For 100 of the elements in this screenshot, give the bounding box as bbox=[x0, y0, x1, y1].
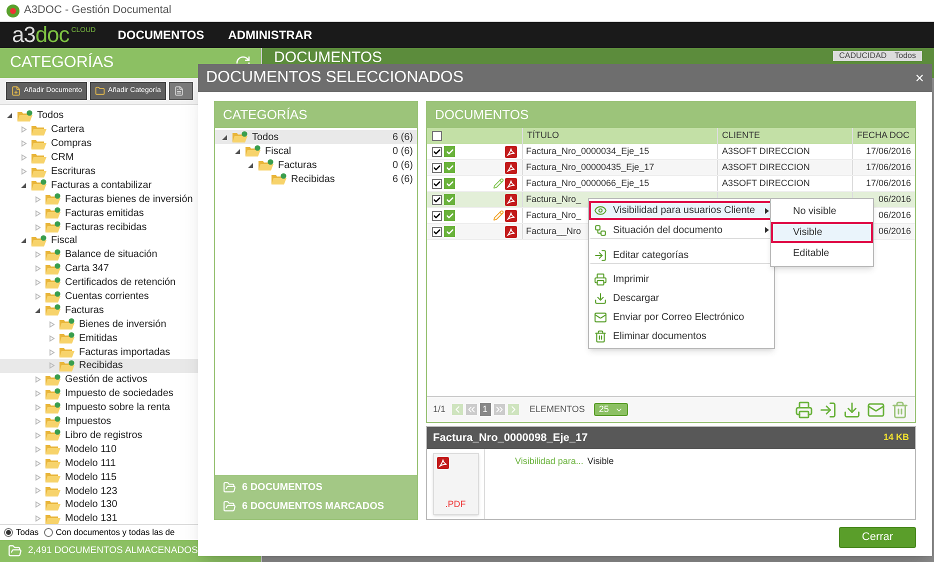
menu-item[interactable]: Eliminar documentos bbox=[589, 327, 774, 346]
tree-item[interactable]: Impuestos bbox=[0, 414, 261, 428]
tree-item[interactable]: Facturas emitidas bbox=[0, 206, 261, 220]
collapsed-arrow-icon[interactable] bbox=[20, 140, 27, 148]
tree-item[interactable]: Facturas importadas bbox=[0, 345, 261, 360]
tree-item[interactable]: Impuesto sobre la renta bbox=[0, 400, 261, 415]
row-checkbox[interactable] bbox=[432, 226, 442, 236]
collapsed-arrow-icon[interactable] bbox=[34, 460, 41, 467]
tree-item[interactable]: Modelo 111 bbox=[0, 456, 261, 470]
collapsed-arrow-icon[interactable] bbox=[34, 432, 41, 439]
previous-page-icon[interactable] bbox=[452, 404, 463, 415]
nav-menu-item[interactable]: ADMINISTRAR bbox=[228, 26, 312, 44]
table-row[interactable]: Factura_Nro_0000066_Eje_15 A3SOFT DIRECCION 17/06/2016 bbox=[427, 176, 915, 192]
expanded-arrow-icon[interactable] bbox=[20, 182, 27, 189]
collapsed-arrow-icon[interactable] bbox=[34, 418, 41, 426]
expanded-arrow-icon[interactable] bbox=[20, 237, 27, 244]
collapsed-arrow-icon[interactable] bbox=[34, 293, 41, 300]
table-row[interactable]: Factura_Nro_0000034_Eje_15 A3SOFT DIRECCION 17/06/2016 bbox=[427, 144, 915, 160]
menu-item[interactable]: Imprimir bbox=[589, 270, 774, 289]
collapsed-arrow-icon[interactable] bbox=[34, 446, 41, 453]
tree-item[interactable]: Gestión de activos bbox=[0, 372, 261, 387]
collapsed-arrow-icon[interactable] bbox=[48, 320, 55, 328]
tree-item[interactable]: Modelo 110 bbox=[0, 442, 261, 456]
collapsed-arrow-icon[interactable] bbox=[34, 515, 41, 522]
document-total: 2,491 DOCUMENTOS ALMACENADOS bbox=[28, 544, 198, 558]
tree-label: Impuesto sobre la renta bbox=[65, 401, 170, 416]
filter-radio[interactable]: Todas bbox=[4, 526, 39, 539]
row-checkbox[interactable] bbox=[432, 146, 442, 156]
tree-count: 0 (6) bbox=[392, 144, 413, 158]
last-page-icon[interactable] bbox=[494, 404, 505, 415]
expiry-filter[interactable]: CADUCIDAD Todos bbox=[833, 51, 922, 61]
tree-item[interactable]: Emitidas bbox=[0, 331, 261, 346]
submenu-arrow-icon bbox=[765, 227, 769, 233]
next-page-icon[interactable] bbox=[508, 404, 519, 415]
expanded-arrow-icon[interactable] bbox=[221, 134, 228, 140]
expanded-arrow-icon[interactable] bbox=[234, 148, 241, 154]
workflow-icon bbox=[594, 224, 607, 236]
trash-icon bbox=[594, 330, 607, 343]
menu-item[interactable]: Descargar bbox=[589, 289, 774, 308]
close-button[interactable]: × bbox=[915, 70, 924, 86]
collapsed-arrow-icon[interactable] bbox=[34, 196, 41, 203]
tree-item[interactable]: Fiscal bbox=[0, 234, 261, 248]
nav-menu-item[interactable]: DOCUMENTOS bbox=[118, 26, 204, 44]
tree-item[interactable]: Bienes de inversión bbox=[0, 317, 261, 332]
collapsed-arrow-icon[interactable] bbox=[34, 376, 41, 384]
collapsed-arrow-icon[interactable] bbox=[34, 279, 41, 286]
expanded-arrow-icon[interactable] bbox=[34, 306, 41, 314]
menu-item[interactable]: Enviar por Correo Electrónico bbox=[589, 308, 774, 327]
tree-item[interactable]: Cuentas corrientes bbox=[0, 290, 261, 304]
collapsed-arrow-icon[interactable] bbox=[34, 404, 41, 412]
toolbar-button[interactable] bbox=[168, 82, 193, 100]
pdf-icon bbox=[505, 146, 517, 158]
collapsed-arrow-icon[interactable] bbox=[48, 348, 55, 356]
row-checkbox[interactable] bbox=[432, 194, 442, 204]
collapsed-arrow-icon[interactable] bbox=[48, 362, 55, 370]
download-icon[interactable] bbox=[843, 400, 861, 418]
select-all-checkbox[interactable] bbox=[432, 131, 442, 141]
tree-item[interactable]: Facturas recibidas bbox=[0, 220, 261, 234]
print-icon[interactable] bbox=[795, 400, 813, 418]
collapsed-arrow-icon[interactable] bbox=[20, 168, 27, 175]
collapsed-arrow-icon[interactable] bbox=[34, 251, 41, 258]
tree-item[interactable]: Modelo 131 bbox=[0, 512, 261, 524]
tree-label: Fiscal bbox=[265, 144, 292, 158]
collapsed-arrow-icon[interactable] bbox=[34, 501, 41, 508]
collapsed-arrow-icon[interactable] bbox=[20, 154, 27, 162]
tree-label: Facturas bbox=[278, 158, 317, 172]
mail-icon[interactable] bbox=[867, 400, 885, 418]
row-checkbox[interactable] bbox=[432, 210, 442, 220]
collapsed-arrow-icon[interactable] bbox=[20, 126, 27, 134]
tree-label: Facturas emitidas bbox=[65, 206, 144, 221]
tree-item[interactable]: Carta 347 bbox=[0, 262, 261, 276]
submenu-item[interactable]: Editable bbox=[771, 243, 873, 264]
expanded-arrow-icon[interactable] bbox=[6, 112, 13, 120]
collapsed-arrow-icon[interactable] bbox=[34, 474, 41, 481]
page-number[interactable]: 1 bbox=[480, 402, 491, 416]
first-page-icon[interactable] bbox=[466, 404, 477, 415]
trash-icon[interactable] bbox=[891, 400, 909, 418]
collapsed-arrow-icon[interactable] bbox=[34, 390, 41, 398]
tree-item[interactable]: Balance de situación bbox=[0, 248, 261, 262]
collapsed-arrow-icon[interactable] bbox=[48, 334, 55, 342]
collapsed-arrow-icon[interactable] bbox=[34, 487, 41, 494]
row-checkbox[interactable] bbox=[432, 178, 442, 188]
submenu-item[interactable]: Visible bbox=[771, 222, 873, 243]
tree-label: Recibidas bbox=[291, 172, 335, 186]
collapsed-arrow-icon[interactable] bbox=[34, 265, 41, 272]
table-row[interactable]: Factura_Nro_00000435_Eje_17 A3SOFT DIRECCION 17/06/2016 bbox=[427, 160, 915, 176]
panel-title: DOCUMENTOS bbox=[435, 106, 529, 124]
tree-item[interactable]: Facturas bienes de inversión bbox=[0, 192, 261, 206]
tree-label: Gestión de activos bbox=[65, 373, 148, 388]
collapsed-arrow-icon[interactable] bbox=[34, 224, 41, 231]
collapsed-arrow-icon[interactable] bbox=[34, 210, 41, 217]
tree-item[interactable]: Facturas bbox=[0, 303, 261, 318]
tree-item[interactable]: Certificados de retención bbox=[0, 276, 261, 290]
tree-item[interactable]: Libro de registros bbox=[0, 428, 261, 442]
login-arrow-icon[interactable] bbox=[819, 400, 837, 418]
tree-item[interactable]: Impuesto de sociedades bbox=[0, 386, 261, 401]
filter-radio[interactable]: Con documentos y todas las de bbox=[44, 526, 175, 539]
expanded-arrow-icon[interactable] bbox=[247, 162, 254, 168]
tree-item[interactable]: Todos 6 (6) bbox=[215, 130, 417, 144]
row-checkbox[interactable] bbox=[432, 162, 442, 172]
